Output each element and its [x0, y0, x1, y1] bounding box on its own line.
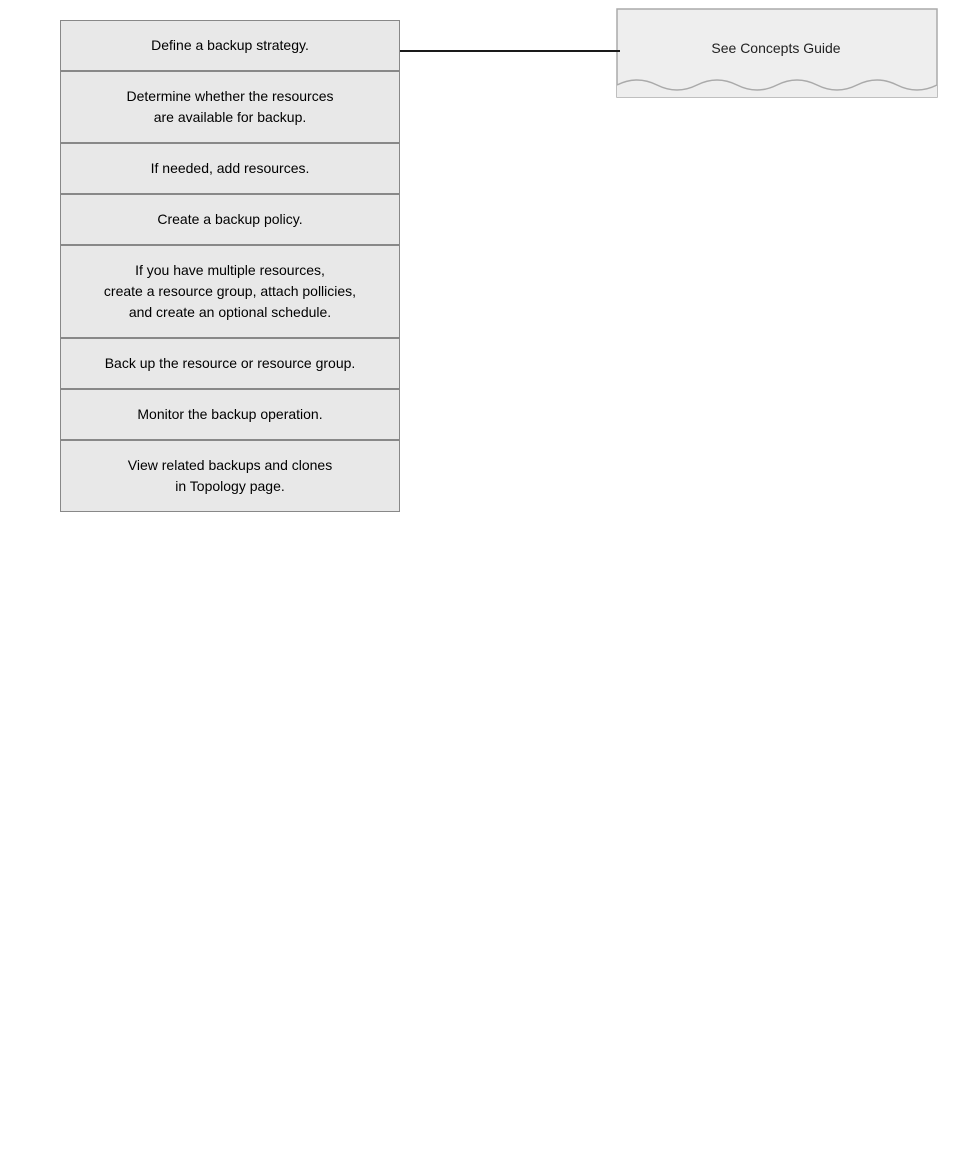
step6-label: Back up the resource or resource group.: [105, 355, 356, 371]
flow-column: Define a backup strategy. Determine whet…: [50, 20, 410, 512]
step3-label: If needed, add resources.: [151, 160, 310, 176]
step8-box: View related backups and clonesin Topolo…: [60, 440, 400, 512]
callout-text: See Concepts Guide: [711, 40, 840, 56]
step2-box: Determine whether the resourcesare avail…: [60, 71, 400, 143]
step7-label: Monitor the backup operation.: [137, 406, 322, 422]
diagram-container: See Concepts Guide Define a backup strat…: [0, 0, 969, 1164]
step5-box: If you have multiple resources,create a …: [60, 245, 400, 338]
step1-label: Define a backup strategy.: [151, 37, 309, 53]
step7-box: Monitor the backup operation.: [60, 389, 400, 440]
step1-box: Define a backup strategy.: [60, 20, 400, 71]
step2-label: Determine whether the resourcesare avail…: [127, 88, 334, 125]
step8-label: View related backups and clonesin Topolo…: [128, 457, 332, 494]
step4-label: Create a backup policy.: [157, 211, 302, 227]
step3-box: If needed, add resources.: [60, 143, 400, 194]
see-concepts-guide-callout: See Concepts Guide: [615, 7, 940, 107]
step4-box: Create a backup policy.: [60, 194, 400, 245]
step6-box: Back up the resource or resource group.: [60, 338, 400, 389]
connector-line: [388, 50, 620, 52]
step5-label: If you have multiple resources,create a …: [104, 262, 356, 320]
